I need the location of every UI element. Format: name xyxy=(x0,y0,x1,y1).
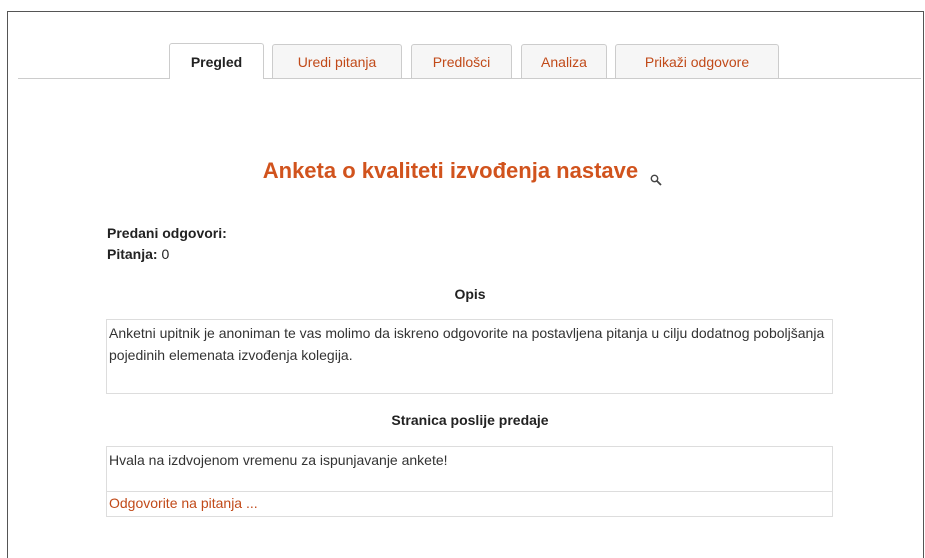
questions-label: Pitanja: xyxy=(107,246,158,262)
page-title-text: Anketa o kvaliteti izvođenja nastave xyxy=(262,158,639,183)
tab-label: Prikaži odgovore xyxy=(644,53,750,70)
answer-questions-link[interactable]: Odgovorite na pitanja ... xyxy=(109,495,258,511)
submitted-label: Predani odgovori: xyxy=(107,225,227,241)
page-title: Anketa o kvaliteti izvođenja nastave xyxy=(0,158,925,186)
after-submit-box: Hvala na izdvojenom vremenu za ispunjava… xyxy=(106,446,833,492)
tab-predlosci[interactable]: Predlošci xyxy=(411,44,512,78)
tab-prikazi-odgovore[interactable]: Prikaži odgovore xyxy=(615,44,779,78)
questions-value: 0 xyxy=(161,246,170,262)
description-text: Anketni upitnik je anoniman te vas molim… xyxy=(109,325,825,363)
tab-label: Predlošci xyxy=(432,53,491,70)
description-heading: Opis xyxy=(454,286,486,302)
search-icon[interactable] xyxy=(650,166,662,186)
after-submit-text: Hvala na izdvojenom vremenu za ispunjava… xyxy=(109,452,448,468)
answer-link-box: Odgovorite na pitanja ... xyxy=(106,491,833,517)
questions-count: Pitanja: 0 xyxy=(107,246,169,262)
description-box: Anketni upitnik je anoniman te vas molim… xyxy=(106,319,833,394)
tab-analiza[interactable]: Analiza xyxy=(521,44,607,78)
tab-bar-line xyxy=(18,78,921,79)
tab-label: Analiza xyxy=(541,53,587,70)
tab-pregled[interactable]: Pregled xyxy=(169,43,264,79)
tab-label: Uredi pitanja xyxy=(297,53,377,70)
tab-uredi-pitanja[interactable]: Uredi pitanja xyxy=(272,44,402,78)
after-submit-heading: Stranica poslije predaje xyxy=(391,412,549,428)
tab-label: Pregled xyxy=(190,53,243,70)
